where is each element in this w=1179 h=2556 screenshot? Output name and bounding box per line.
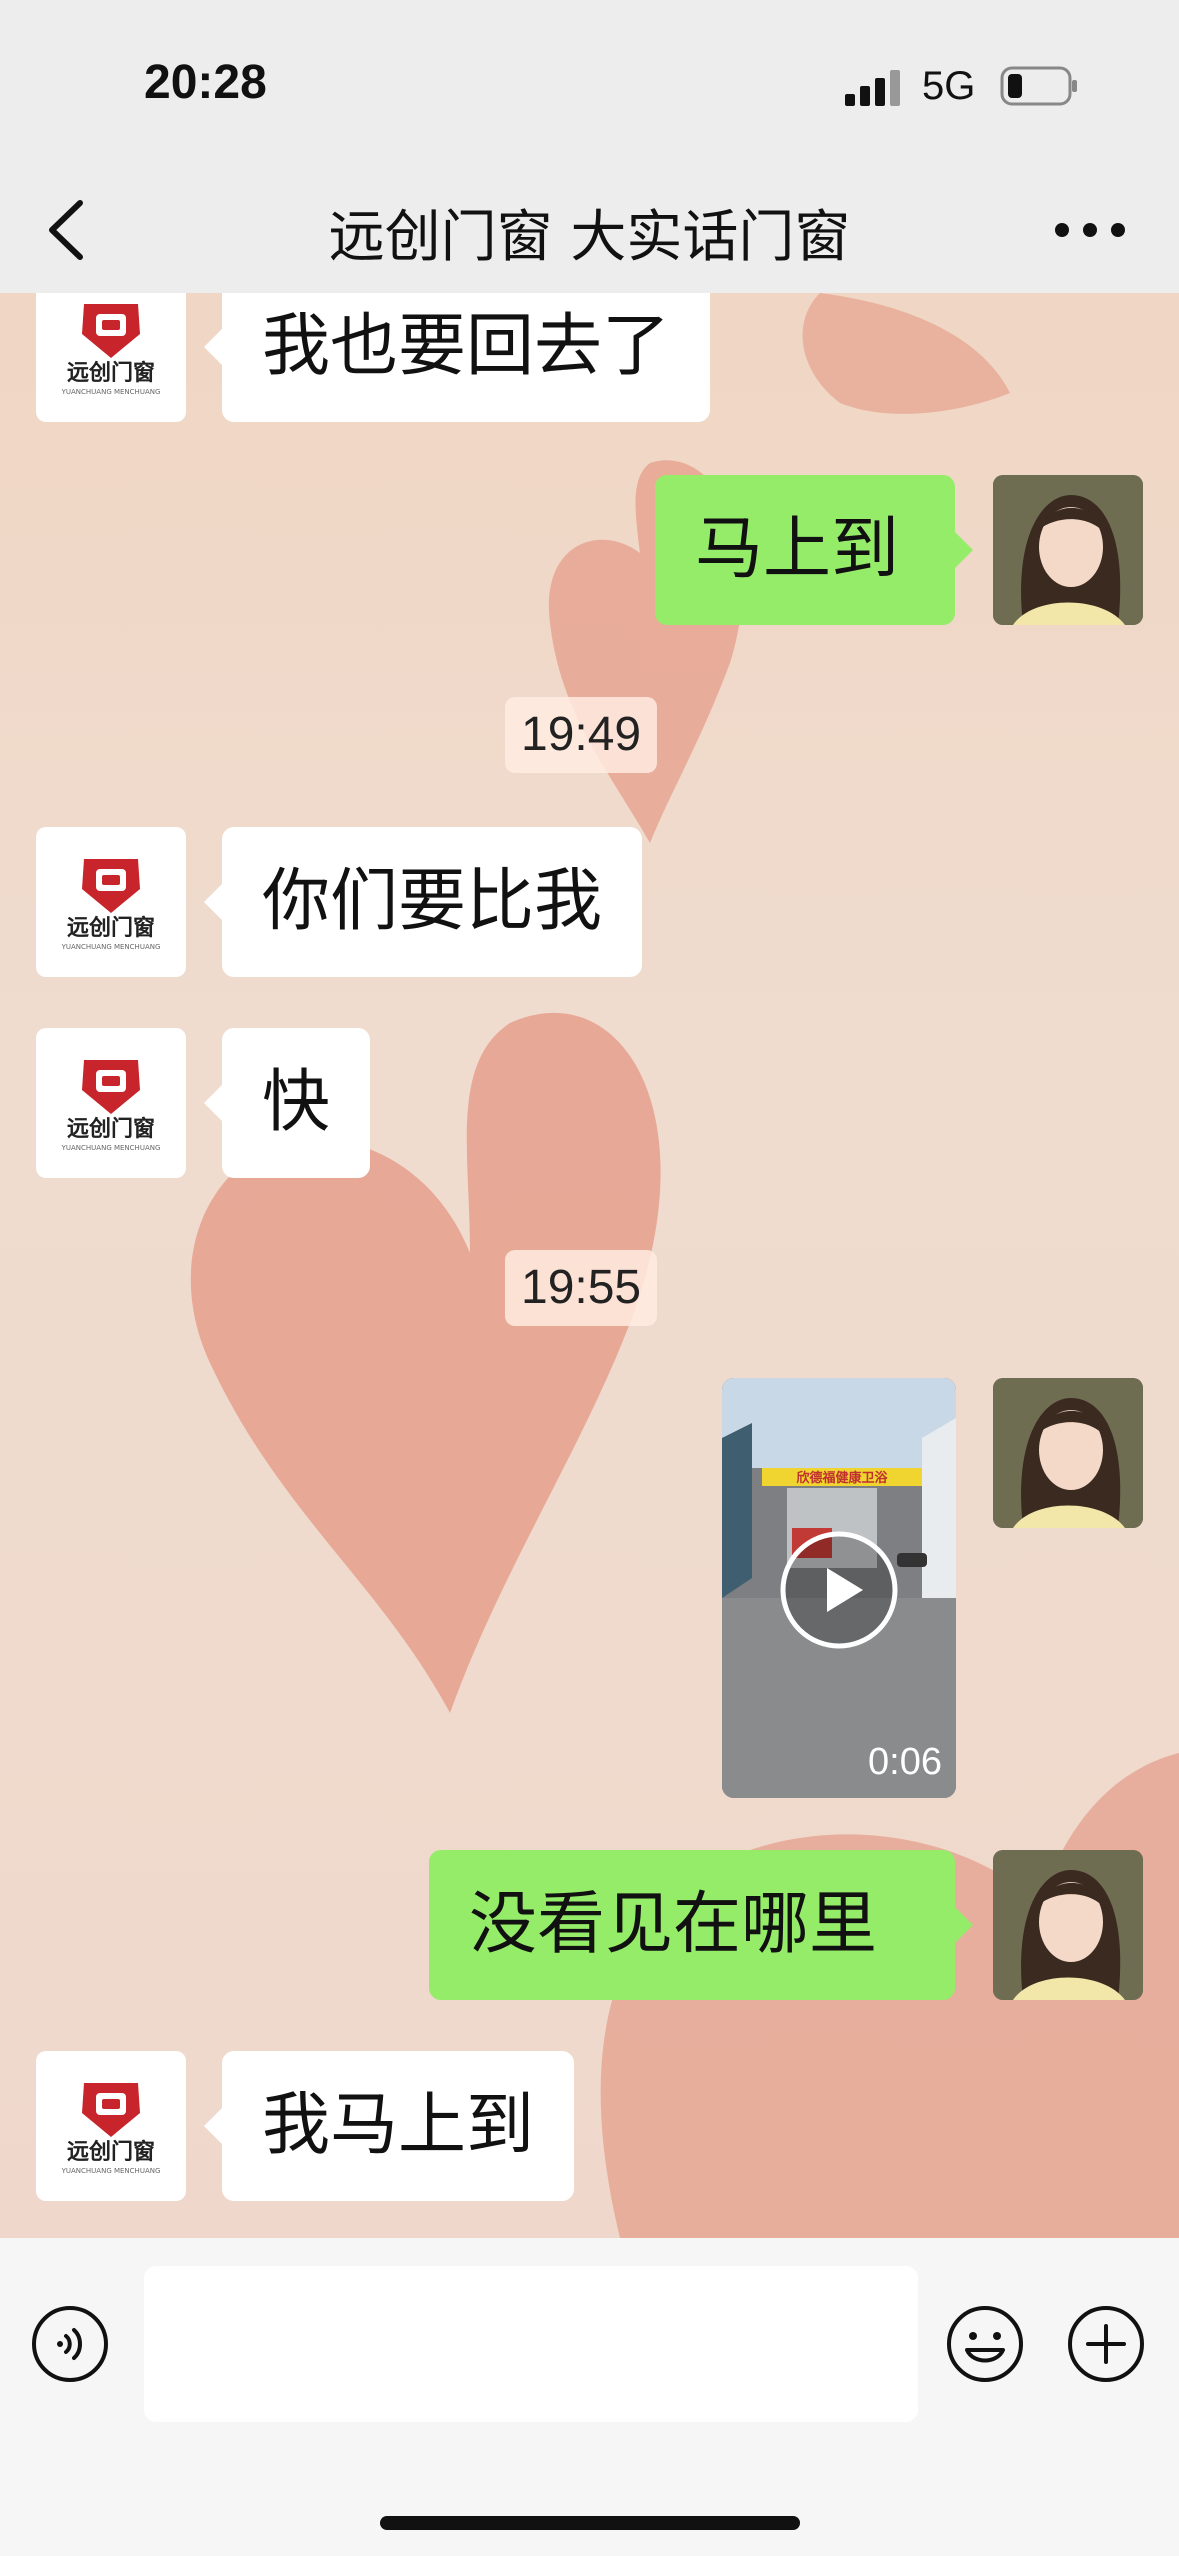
svg-text:YUANCHUANG MENCHUANG: YUANCHUANG MENCHUANG — [61, 943, 161, 951]
svg-text:远创门窗: 远创门窗 — [67, 1116, 155, 1142]
network-type: 5G — [922, 64, 976, 108]
sent-message[interactable]: 没看见在哪里 — [429, 1850, 973, 2000]
contact-avatar[interactable]: 远创门窗 YUANCHUANG MENCHUANG — [36, 293, 186, 422]
contact-avatar[interactable]: 远创门窗 YUANCHUANG MENCHUANG — [36, 2051, 186, 2201]
battery-icon — [1000, 66, 1077, 106]
brand-logo: 远创门窗 YUANCHUANG MENCHUANG — [61, 1060, 161, 1152]
message-timestamp: 19:55 — [505, 1250, 658, 1326]
status-time: 20:28 — [144, 56, 267, 109]
brand-logo: 远创门窗 YUANCHUANG MENCHUANG — [61, 2083, 161, 2175]
svg-text:YUANCHUANG MENCHUANG: YUANCHUANG MENCHUANG — [61, 1144, 161, 1152]
svg-text:远创门窗: 远创门窗 — [67, 915, 155, 941]
brand-logo: 远创门窗 YUANCHUANG MENCHUANG — [61, 304, 161, 396]
profile-photo — [993, 1378, 1143, 1528]
video-message[interactable]: 欣德福健康卫浴 0:06 — [722, 1378, 956, 1798]
received-message[interactable]: 快 — [203, 1028, 371, 1178]
my-avatar[interactable] — [993, 475, 1143, 625]
brand-logo: 远创门窗 YUANCHUANG MENCHUANG — [61, 859, 161, 951]
message-timestamp: 19:49 — [505, 697, 658, 773]
message-input-bar — [0, 2238, 1179, 2556]
svg-text:远创门窗: 远创门窗 — [67, 2139, 155, 2165]
chat-header: 远创门窗 大实话门窗 — [0, 170, 1179, 293]
received-message[interactable]: 我也要回去了 — [203, 293, 711, 422]
my-avatar[interactable] — [993, 1378, 1143, 1528]
contact-avatar[interactable]: 远创门窗 YUANCHUANG MENCHUANG — [36, 827, 186, 977]
cellular-signal-icon — [845, 70, 900, 106]
svg-text:欣德福健康卫浴: 欣德福健康卫浴 — [796, 1470, 888, 1486]
more-options-icon[interactable] — [1050, 210, 1130, 250]
video-duration: 0:06 — [868, 1741, 942, 1783]
received-message[interactable]: 你们要比我 — [203, 827, 643, 977]
background-heart-decoration — [802, 293, 1010, 414]
svg-text:YUANCHUANG MENCHUANG: YUANCHUANG MENCHUANG — [61, 2167, 161, 2175]
profile-photo — [993, 475, 1143, 625]
add-more-icon[interactable] — [1066, 2304, 1146, 2384]
home-indicator[interactable] — [380, 2516, 800, 2530]
svg-text:远创门窗: 远创门窗 — [67, 360, 155, 386]
emoji-icon[interactable] — [945, 2304, 1025, 2384]
status-bar: 20:28 5G — [0, 0, 1179, 170]
message-input[interactable] — [144, 2266, 918, 2422]
contact-avatar[interactable]: 远创门窗 YUANCHUANG MENCHUANG — [36, 1028, 186, 1178]
voice-input-icon[interactable] — [30, 2304, 110, 2384]
profile-photo — [993, 1850, 1143, 2000]
play-button-icon[interactable] — [779, 1530, 899, 1650]
sent-message[interactable]: 马上到 — [655, 475, 973, 625]
svg-text:YUANCHUANG MENCHUANG: YUANCHUANG MENCHUANG — [61, 388, 161, 396]
received-message[interactable]: 我马上到 — [203, 2051, 575, 2201]
chat-title: 远创门窗 大实话门窗 — [328, 205, 851, 270]
my-avatar[interactable] — [993, 1850, 1143, 2000]
